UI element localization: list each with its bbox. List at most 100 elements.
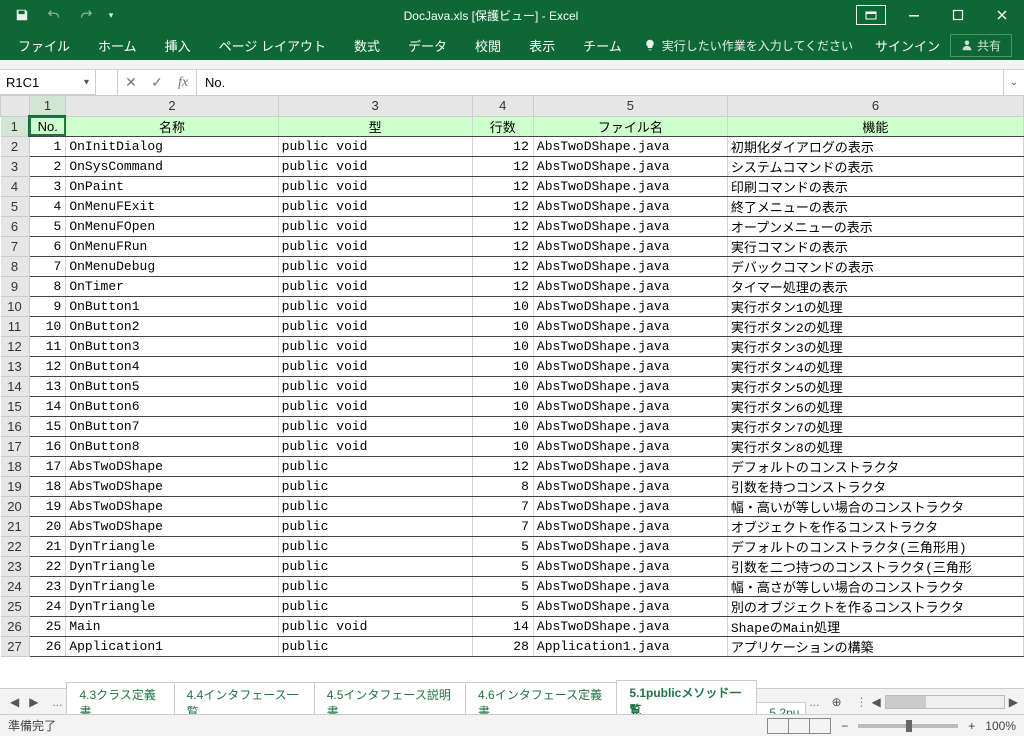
zoom-in-button[interactable]: + xyxy=(968,719,975,733)
cell[interactable]: 12 xyxy=(472,216,533,236)
cell[interactable]: 実行ボタン6の処理 xyxy=(727,396,1023,416)
field-header[interactable]: 行数 xyxy=(472,116,533,136)
cell[interactable]: AbsTwoDShape xyxy=(66,516,278,536)
row-header[interactable]: 26 xyxy=(1,616,30,636)
ribbon-tab-5[interactable]: データ xyxy=(394,30,461,60)
field-header[interactable]: 機能 xyxy=(727,116,1023,136)
cell[interactable]: タイマー処理の表示 xyxy=(727,276,1023,296)
row-header[interactable]: 24 xyxy=(1,576,30,596)
cell[interactable]: 12 xyxy=(29,356,66,376)
cell[interactable]: 幅・高さが等しい場合のコンストラクタ xyxy=(727,576,1023,596)
row-header[interactable]: 12 xyxy=(1,336,30,356)
redo-icon[interactable] xyxy=(72,3,100,27)
row-header[interactable]: 11 xyxy=(1,316,30,336)
zoom-out-button[interactable]: − xyxy=(841,719,848,733)
cell[interactable]: 10 xyxy=(472,376,533,396)
cell[interactable]: OnButton2 xyxy=(66,316,278,336)
cell[interactable]: 12 xyxy=(472,176,533,196)
row-header[interactable]: 19 xyxy=(1,476,30,496)
cell[interactable]: AbsTwoDShape.java xyxy=(533,296,727,316)
cell[interactable]: AbsTwoDShape.java xyxy=(533,216,727,236)
row-header[interactable]: 25 xyxy=(1,596,30,616)
maximize-button[interactable] xyxy=(936,0,980,30)
cell[interactable]: 10 xyxy=(472,336,533,356)
row-header[interactable]: 5 xyxy=(1,196,30,216)
worksheet-grid[interactable]: 123456 1No.名称型行数ファイル名機能21OnInitDialogpub… xyxy=(0,96,1024,688)
cell[interactable]: public void xyxy=(278,196,472,216)
cell[interactable]: public void xyxy=(278,156,472,176)
zoom-level[interactable]: 100% xyxy=(985,719,1016,733)
cell[interactable]: 10 xyxy=(472,316,533,336)
row-header[interactable]: 22 xyxy=(1,536,30,556)
row-header[interactable]: 3 xyxy=(1,156,30,176)
sheet-tabs-overflow-left[interactable]: ... xyxy=(48,695,66,709)
tell-me-search[interactable]: 実行したい作業を入力してください xyxy=(644,37,853,54)
field-header[interactable]: ファイル名 xyxy=(533,116,727,136)
cell[interactable]: public void xyxy=(278,236,472,256)
cell[interactable]: 17 xyxy=(29,456,66,476)
cell[interactable]: AbsTwoDShape.java xyxy=(533,196,727,216)
cell[interactable]: public void xyxy=(278,396,472,416)
row-header[interactable]: 13 xyxy=(1,356,30,376)
cell[interactable]: 10 xyxy=(472,436,533,456)
cell[interactable]: デフォルトのコンストラクタ(三角形用) xyxy=(727,536,1023,556)
hscroll-left-icon[interactable]: ◀ xyxy=(872,695,881,709)
cell[interactable]: 13 xyxy=(29,376,66,396)
cell[interactable]: 9 xyxy=(29,296,66,316)
cell[interactable]: 5 xyxy=(472,536,533,556)
cell[interactable]: 幅・高いが等しい場合のコンストラクタ xyxy=(727,496,1023,516)
cell[interactable]: 21 xyxy=(29,536,66,556)
ribbon-tab-3[interactable]: ページ レイアウト xyxy=(205,30,340,60)
column-header[interactable]: 1 xyxy=(29,96,66,116)
ribbon-tab-4[interactable]: 数式 xyxy=(340,30,394,60)
row-header[interactable]: 10 xyxy=(1,296,30,316)
field-header[interactable]: 名称 xyxy=(66,116,278,136)
cell[interactable]: オブジェクトを作るコンストラクタ xyxy=(727,516,1023,536)
cell[interactable]: public void xyxy=(278,296,472,316)
cell[interactable]: OnInitDialog xyxy=(66,136,278,156)
ribbon-tab-2[interactable]: 挿入 xyxy=(151,30,205,60)
row-header[interactable]: 21 xyxy=(1,516,30,536)
cell[interactable]: OnSysCommand xyxy=(66,156,278,176)
sign-in-link[interactable]: サインイン xyxy=(875,36,940,55)
column-header[interactable]: 3 xyxy=(278,96,472,116)
cell[interactable]: 4 xyxy=(29,196,66,216)
cell[interactable]: 引数を持つコンストラクタ xyxy=(727,476,1023,496)
row-header[interactable]: 1 xyxy=(1,116,30,136)
view-normal-icon[interactable] xyxy=(767,718,789,734)
cell[interactable]: 7 xyxy=(472,496,533,516)
sheet-nav-prev-icon[interactable]: ◀ xyxy=(6,693,23,711)
cell[interactable]: デバックコマンドの表示 xyxy=(727,256,1023,276)
cell[interactable]: 実行ボタン8の処理 xyxy=(727,436,1023,456)
cell[interactable]: オープンメニューの表示 xyxy=(727,216,1023,236)
cancel-formula-icon[interactable]: ✕ xyxy=(118,74,144,91)
cell[interactable]: DynTriangle xyxy=(66,556,278,576)
cell[interactable]: 1 xyxy=(29,136,66,156)
cell[interactable]: 12 xyxy=(472,456,533,476)
cell[interactable]: 実行ボタン2の処理 xyxy=(727,316,1023,336)
close-button[interactable] xyxy=(980,0,1024,30)
row-header[interactable]: 27 xyxy=(1,636,30,656)
cell[interactable]: 10 xyxy=(472,396,533,416)
row-header[interactable]: 8 xyxy=(1,256,30,276)
cell[interactable]: 別のオブジェクトを作るコンストラクタ xyxy=(727,596,1023,616)
cell[interactable]: public void xyxy=(278,316,472,336)
cell[interactable]: 14 xyxy=(472,616,533,636)
cell[interactable]: 12 xyxy=(472,196,533,216)
zoom-slider[interactable] xyxy=(858,724,958,728)
cell[interactable]: public void xyxy=(278,376,472,396)
cell[interactable]: Main xyxy=(66,616,278,636)
cell[interactable]: 15 xyxy=(29,416,66,436)
cell[interactable]: public xyxy=(278,536,472,556)
cell[interactable]: 8 xyxy=(29,276,66,296)
row-header[interactable]: 4 xyxy=(1,176,30,196)
row-header[interactable]: 6 xyxy=(1,216,30,236)
cell[interactable]: 初期化ダイアログの表示 xyxy=(727,136,1023,156)
cell[interactable]: OnButton6 xyxy=(66,396,278,416)
cell[interactable]: 8 xyxy=(472,476,533,496)
cell[interactable]: デフォルトのコンストラクタ xyxy=(727,456,1023,476)
cell[interactable]: AbsTwoDShape.java xyxy=(533,576,727,596)
cell[interactable]: 引数を二つ持つのコンストラクタ(三角形 xyxy=(727,556,1023,576)
cell[interactable]: 12 xyxy=(472,256,533,276)
cell[interactable]: OnButton8 xyxy=(66,436,278,456)
